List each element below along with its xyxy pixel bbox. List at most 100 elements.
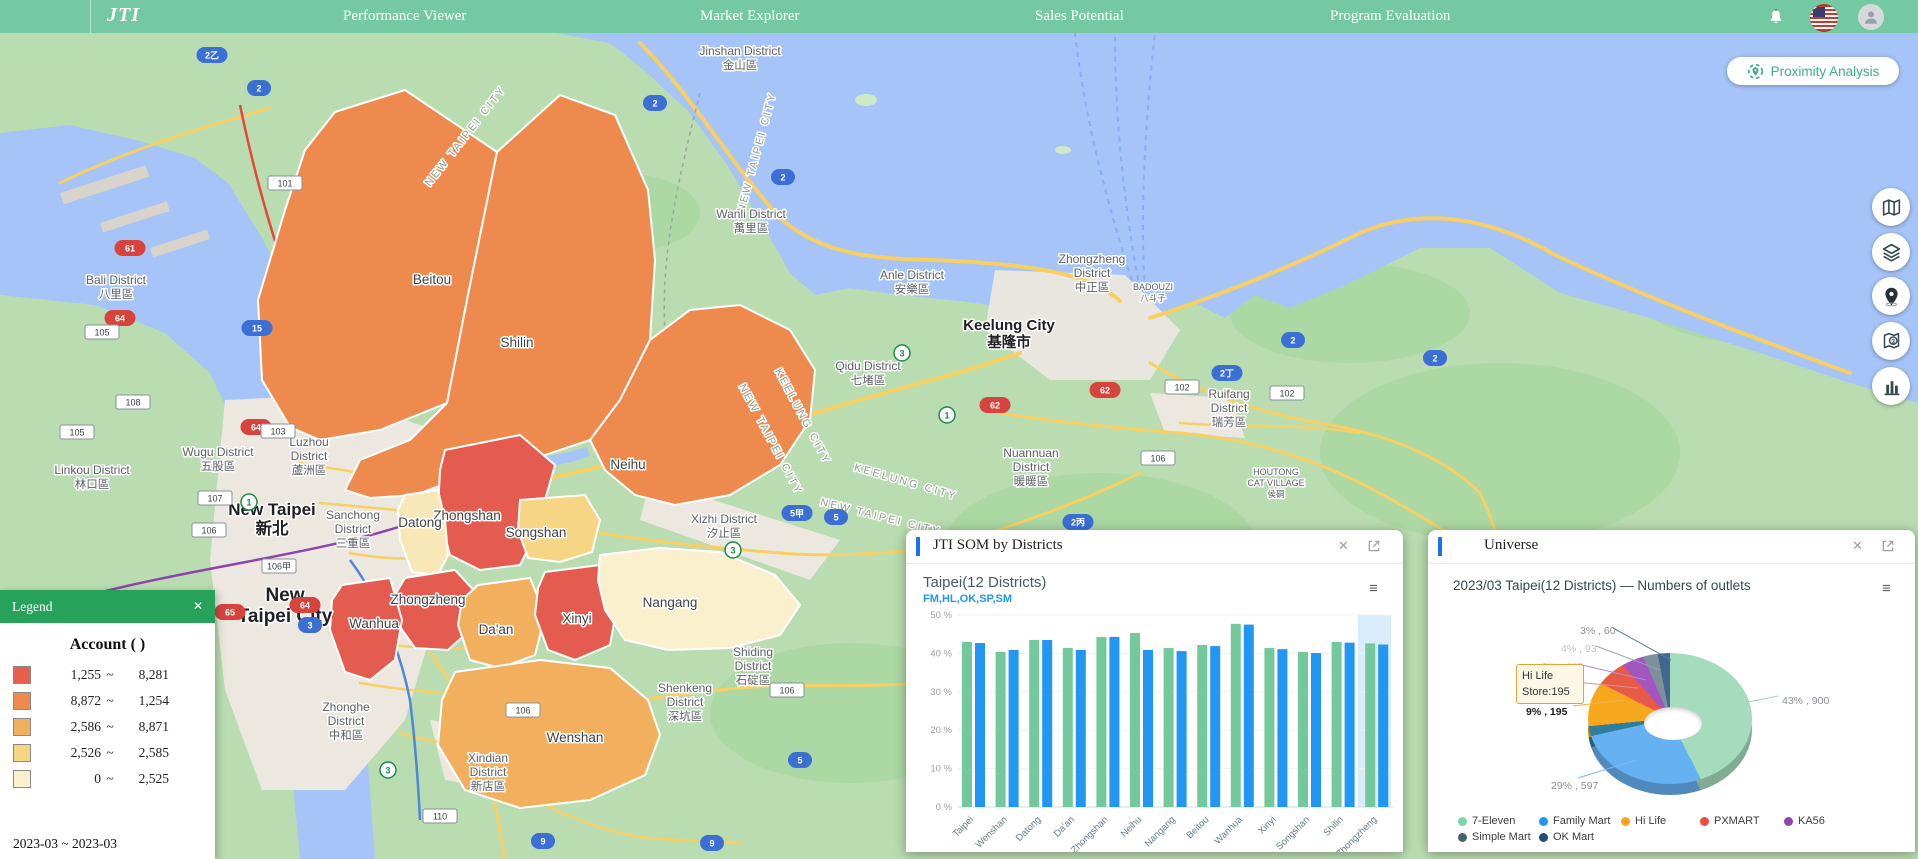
universe-legend-item[interactable]: Family Mart <box>1539 815 1621 827</box>
svg-text:五股區: 五股區 <box>201 460 236 473</box>
route-shield: 3 <box>894 345 910 361</box>
bar-series-1[interactable] <box>1197 645 1207 807</box>
bar-series-2[interactable] <box>1311 653 1321 807</box>
bar-series-2[interactable] <box>1042 640 1052 807</box>
svg-text:汐止區: 汐止區 <box>707 526 742 540</box>
proximity-analysis-button[interactable]: Proximity Analysis <box>1727 57 1899 85</box>
svg-text:64: 64 <box>115 314 125 324</box>
svg-text:106甲: 106甲 <box>267 562 291 572</box>
notifications-bell-icon[interactable] <box>1763 4 1789 30</box>
bar-series-2[interactable] <box>1378 645 1388 807</box>
bar-series-2[interactable] <box>1244 625 1254 807</box>
bar-series-1[interactable] <box>1231 624 1241 807</box>
svg-text:Bali District: Bali District <box>86 273 147 287</box>
svg-text:107: 107 <box>207 494 222 504</box>
universe-panel-header: Universe ✕ <box>1428 530 1915 564</box>
bar-series-1[interactable] <box>1332 642 1342 807</box>
bar-series-1[interactable] <box>962 642 972 807</box>
bar-series-1[interactable] <box>1063 648 1073 807</box>
svg-text:106: 106 <box>201 526 216 536</box>
route-shield: 2 <box>1423 350 1447 366</box>
universe-close-icon[interactable]: ✕ <box>1852 538 1863 554</box>
legend-title: Legend <box>12 599 52 615</box>
universe-open-in-new-icon[interactable] <box>1881 539 1895 558</box>
y-axis-tick: 40 % <box>930 648 952 659</box>
svg-text:5甲: 5甲 <box>790 509 804 519</box>
bar-series-2[interactable] <box>1345 643 1355 807</box>
svg-text:七堵區: 七堵區 <box>851 373 886 387</box>
bar-series-2[interactable] <box>1277 649 1287 807</box>
bar-series-2[interactable] <box>1143 650 1153 807</box>
bar-series-1[interactable] <box>1029 640 1039 807</box>
nav-item-sales-potential[interactable]: Sales Potential <box>1035 0 1124 33</box>
map-type-icon <box>1881 197 1902 218</box>
location-pin-button[interactable] <box>1872 277 1910 315</box>
svg-text:2: 2 <box>1290 336 1295 346</box>
bar-series-2[interactable] <box>1076 650 1086 807</box>
route-shield: 2 <box>643 95 667 111</box>
bar-series-2[interactable] <box>1177 651 1187 807</box>
charts-icon <box>1881 376 1902 397</box>
svg-text:瑞芳區: 瑞芳區 <box>1212 415 1247 429</box>
svg-text:八里區: 八里區 <box>99 288 134 301</box>
universe-panel: Universe ✕ 2023/03 Taipei(12 Districts) … <box>1428 530 1915 852</box>
bar-series-1[interactable] <box>1096 637 1106 807</box>
charts-button[interactable] <box>1872 367 1910 405</box>
y-axis-tick: 0 % <box>936 802 953 813</box>
x-axis-label: Shilin <box>1322 814 1346 838</box>
route-shield: 5 <box>788 752 812 768</box>
bar-series-1[interactable] <box>1365 643 1375 807</box>
district-label: Zhongzheng <box>390 592 465 607</box>
bar-series-1[interactable] <box>1130 633 1140 807</box>
svg-text:三重區: 三重區 <box>336 536 371 550</box>
route-shield: 3 <box>380 762 396 778</box>
route-shield: 107 <box>198 491 232 505</box>
nav-item-market-explorer[interactable]: Market Explorer <box>700 0 800 33</box>
legend-row: 2,526~2,585 <box>0 743 215 763</box>
universe-legend-item[interactable]: 7-Eleven <box>1458 815 1539 827</box>
universe-legend-item[interactable]: Simple Mart <box>1458 831 1539 843</box>
jti-logo[interactable]: JTI <box>107 4 140 27</box>
district-label: Beitou <box>413 272 451 287</box>
bar-series-1[interactable] <box>1164 648 1174 807</box>
svg-text:108: 108 <box>125 398 140 408</box>
bar-series-1[interactable] <box>996 652 1006 807</box>
bar-series-2[interactable] <box>1109 637 1119 807</box>
universe-legend-item[interactable]: OK Mart <box>1539 831 1621 843</box>
svg-text:1: 1 <box>246 498 251 508</box>
legend-date-range: 2023-03 ~ 2023-03 <box>13 836 117 852</box>
nav-item-performance-viewer[interactable]: Performance Viewer <box>343 0 466 33</box>
y-axis-tick: 50 % <box>930 610 952 621</box>
bar-series-1[interactable] <box>1298 652 1308 807</box>
map-type-button[interactable] <box>1872 188 1910 226</box>
svg-text:106: 106 <box>1150 454 1165 464</box>
route-shield: 102 <box>1270 386 1304 400</box>
svg-text:基隆市: 基隆市 <box>986 333 1031 351</box>
bar-series-1[interactable] <box>1264 648 1274 807</box>
us-flag-icon[interactable] <box>1810 4 1838 32</box>
svg-text:Shenkeng: Shenkeng <box>658 681 712 695</box>
route-shield: 2丙 <box>1063 514 1094 530</box>
map-search-button[interactable]: 3 <box>1872 322 1910 360</box>
svg-text:2乙: 2乙 <box>205 51 219 61</box>
svg-text:HOUTONG: HOUTONG <box>1253 467 1299 477</box>
route-shield: 9 <box>531 833 555 849</box>
universe-legend-item[interactable]: KA56 <box>1784 815 1825 827</box>
bar-series-2[interactable] <box>975 643 985 807</box>
top-navbar: JTI Performance Viewer Market Explorer S… <box>0 0 1918 33</box>
bar-series-2[interactable] <box>1009 650 1019 807</box>
legend-close-icon[interactable]: ✕ <box>193 599 203 614</box>
user-avatar[interactable] <box>1858 4 1884 30</box>
route-shield: 108 <box>116 395 150 409</box>
bar-series-2[interactable] <box>1210 646 1220 807</box>
route-shield: 3 <box>298 617 322 633</box>
svg-text:2: 2 <box>652 99 657 109</box>
route-shield: 1 <box>241 494 257 510</box>
universe-legend-item[interactable]: PXMART <box>1700 815 1784 827</box>
legend-dot <box>1539 833 1548 842</box>
nav-item-program-evaluation[interactable]: Program Evaluation <box>1330 0 1450 33</box>
universe-menu-icon[interactable]: ≡ <box>1882 582 1891 596</box>
universe-legend-item[interactable]: Hi Life <box>1621 815 1700 827</box>
route-shield: 5甲 <box>782 505 813 521</box>
layers-button[interactable] <box>1872 233 1910 271</box>
